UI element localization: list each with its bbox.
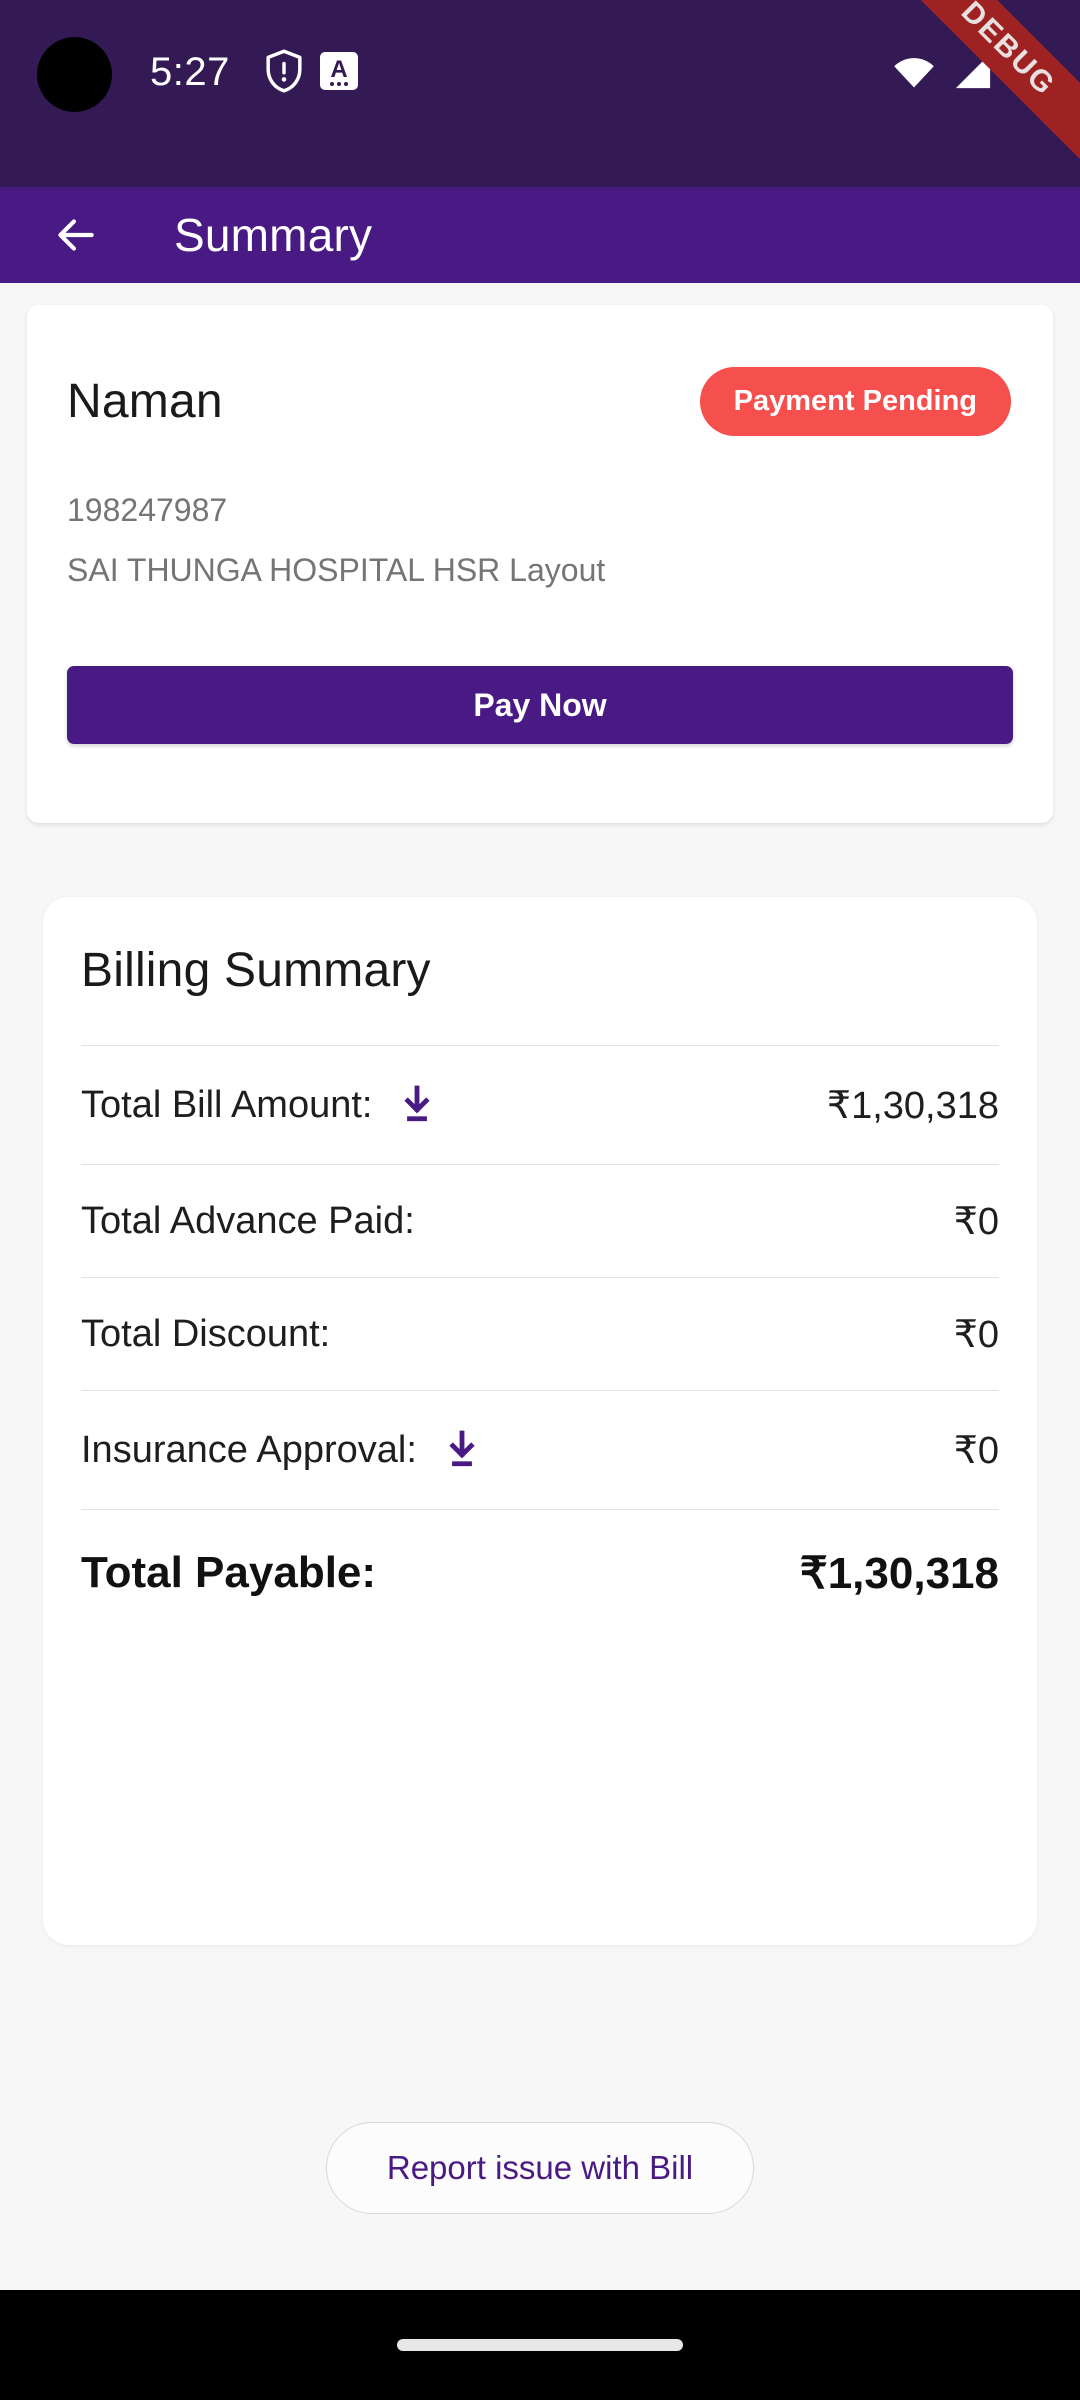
camera-punch-hole [37, 37, 112, 112]
billing-row-label-group: Total Payable: [81, 1548, 376, 1598]
billing-row-value: ₹1,30,318 [799, 1548, 999, 1598]
billing-row-label: Total Discount: [81, 1312, 331, 1355]
billing-row-value: ₹1,30,318 [826, 1084, 999, 1127]
billing-row: Total Payable: ₹1,30,318 [43, 1510, 1037, 1636]
billing-row: Total Bill Amount: ₹1,30,318 [43, 1046, 1037, 1164]
billing-row-label: Total Advance Paid: [81, 1199, 415, 1242]
billing-row-label-group: Total Discount: [81, 1313, 330, 1356]
billing-summary-title: Billing Summary [81, 944, 431, 997]
patient-summary-card: Naman Payment Pending 198247987 SAI THUN… [27, 305, 1053, 823]
wifi-icon [892, 52, 936, 90]
billing-row: Insurance Approval: ₹0 [43, 1391, 1037, 1509]
status-badge: Payment Pending [699, 366, 1011, 436]
download-icon[interactable] [445, 1430, 479, 1470]
billing-row-label-group: Insurance Approval: [81, 1429, 479, 1472]
billing-rows-list: Total Bill Amount: ₹1,30,318 Total Advance… [43, 1046, 1037, 1636]
status-bar: 5:27 A DEBUG [0, 0, 1080, 187]
billing-row-label: Total Payable: [81, 1548, 377, 1597]
a-badge-letter: A [330, 55, 348, 83]
billing-row-label: Total Bill Amount: [81, 1083, 373, 1126]
billing-row-label: Insurance Approval: [81, 1428, 417, 1471]
system-navigation-bar [0, 2290, 1080, 2400]
download-icon[interactable] [400, 1085, 434, 1125]
patient-name: Naman [67, 374, 223, 428]
status-bar-clock: 5:27 [150, 50, 230, 94]
pay-now-button[interactable]: Pay Now [67, 666, 1013, 744]
patient-header-row: Naman Payment Pending [27, 355, 1053, 447]
billing-row-label-group: Total Bill Amount: [81, 1084, 434, 1127]
phone-screen: 5:27 A DEBUG Summary Naman Payment Pendi… [0, 0, 1080, 2400]
billing-row: Total Discount: ₹0 [43, 1278, 1037, 1390]
billing-row-value: ₹0 [953, 1313, 999, 1356]
hospital-name: SAI THUNGA HOSPITAL HSR Layout [67, 552, 606, 588]
billing-row-label-group: Total Advance Paid: [81, 1200, 415, 1243]
a-badge-dots [330, 82, 348, 86]
billing-summary-card: Billing Summary Total Bill Amount: ₹1,30,… [43, 897, 1037, 1945]
billing-row-value: ₹0 [953, 1429, 999, 1472]
billing-row-value: ₹0 [953, 1200, 999, 1243]
app-bar: Summary [0, 187, 1080, 283]
back-arrow-icon[interactable] [48, 208, 102, 262]
report-issue-button[interactable]: Report issue with Bill [326, 2122, 754, 2214]
gesture-pill[interactable] [397, 2339, 683, 2351]
patient-id: 198247987 [67, 492, 228, 528]
shield-warning-icon [265, 48, 303, 94]
a-badge-icon: A [320, 52, 358, 90]
billing-row: Total Advance Paid: ₹0 [43, 1165, 1037, 1277]
page-title: Summary [174, 209, 373, 261]
